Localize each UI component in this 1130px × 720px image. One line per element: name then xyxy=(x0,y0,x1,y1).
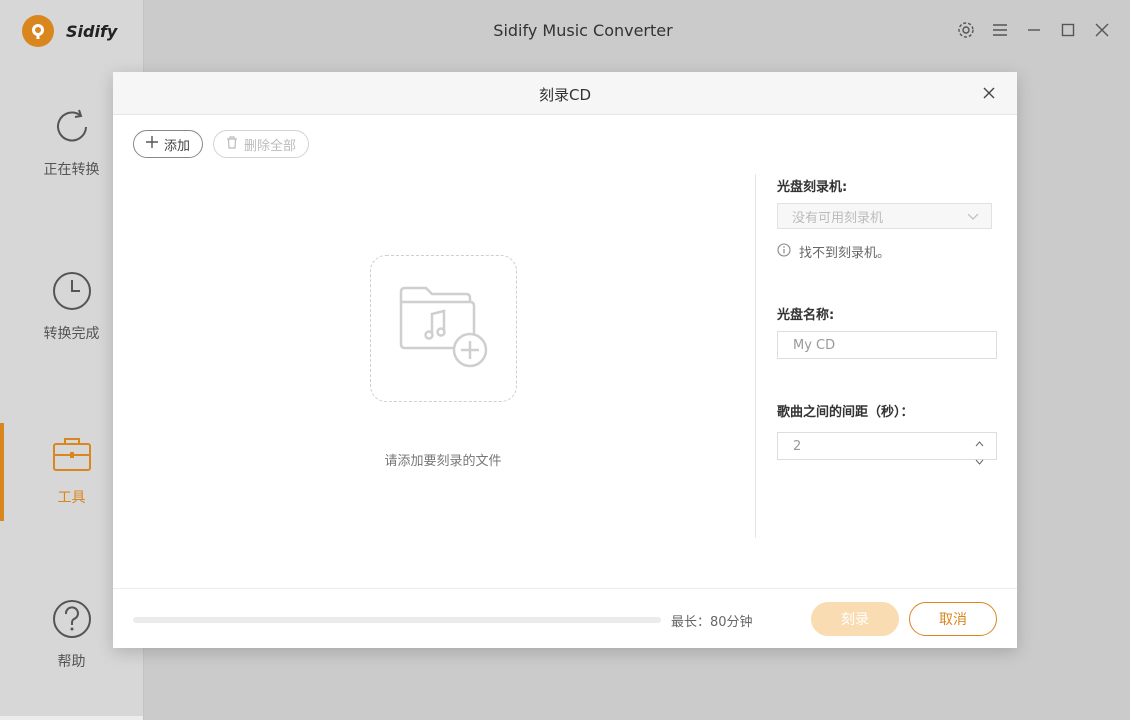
burner-select-value: 没有可用刻录机 xyxy=(792,210,884,226)
drop-hint: 请添加要刻录的文件 xyxy=(384,454,502,469)
capacity-progress-bar xyxy=(133,617,661,623)
burn-cd-dialog: 刻录CD 添加 删除全部 请添加要刻录的文件 光盘刻录机: 没有可用刻录机 找不… xyxy=(113,72,1017,648)
burner-label: 光盘刻录机: xyxy=(777,180,848,195)
add-button[interactable]: 添加 xyxy=(133,130,203,158)
disc-name-label: 光盘名称: xyxy=(777,308,835,323)
plus-icon xyxy=(145,136,158,152)
window-controls xyxy=(956,18,1112,42)
app-logo: Sidify xyxy=(22,15,117,47)
info-icon xyxy=(777,242,791,261)
burner-select[interactable]: 没有可用刻录机 xyxy=(777,203,992,229)
sidebar-bottom-strip xyxy=(0,716,143,720)
dialog-header: 刻录CD xyxy=(113,72,1017,115)
dialog-title: 刻录CD xyxy=(538,86,592,104)
sidebar-item-label: 帮助 xyxy=(57,654,86,670)
minimize-icon[interactable] xyxy=(1024,18,1044,42)
app-title: Sidify Music Converter xyxy=(493,21,673,40)
logo-icon xyxy=(22,15,54,47)
title-bar: Sidify Music Converter xyxy=(143,0,1130,62)
chevron-down-icon[interactable] xyxy=(975,454,984,469)
burner-note-text: 找不到刻录机。 xyxy=(799,246,891,261)
delete-all-button[interactable]: 删除全部 xyxy=(213,130,309,158)
chevron-up-icon[interactable] xyxy=(975,436,984,451)
panel-divider xyxy=(755,174,756,538)
add-music-folder-icon xyxy=(398,284,490,374)
maximize-icon[interactable] xyxy=(1058,18,1078,42)
dialog-footer: 最长：80分钟 刻录 取消 xyxy=(113,588,1017,649)
close-icon[interactable] xyxy=(1092,18,1112,42)
track-gap-value: 2 xyxy=(793,438,802,454)
gear-icon[interactable] xyxy=(956,18,976,42)
burner-note: 找不到刻录机。 xyxy=(777,242,890,261)
chevron-down-icon xyxy=(967,210,979,226)
file-drop-zone[interactable] xyxy=(370,255,517,402)
menu-icon[interactable] xyxy=(990,18,1010,42)
trash-icon xyxy=(226,135,238,153)
delete-all-button-label: 删除全部 xyxy=(243,138,296,154)
burn-button[interactable]: 刻录 xyxy=(811,602,899,636)
track-gap-label: 歌曲之间的间距（秒）： xyxy=(777,405,914,420)
disc-name-input[interactable]: My CD xyxy=(777,331,997,359)
dialog-close-icon[interactable] xyxy=(979,83,999,103)
add-button-label: 添加 xyxy=(163,138,190,154)
stepper-arrows xyxy=(975,436,984,469)
cancel-button[interactable]: 取消 xyxy=(909,602,997,636)
max-length-text: 最长：80分钟 xyxy=(671,615,753,630)
logo-text: Sidify xyxy=(66,21,118,41)
track-gap-stepper[interactable]: 2 xyxy=(777,432,997,465)
disc-name-value: My CD xyxy=(793,337,836,353)
